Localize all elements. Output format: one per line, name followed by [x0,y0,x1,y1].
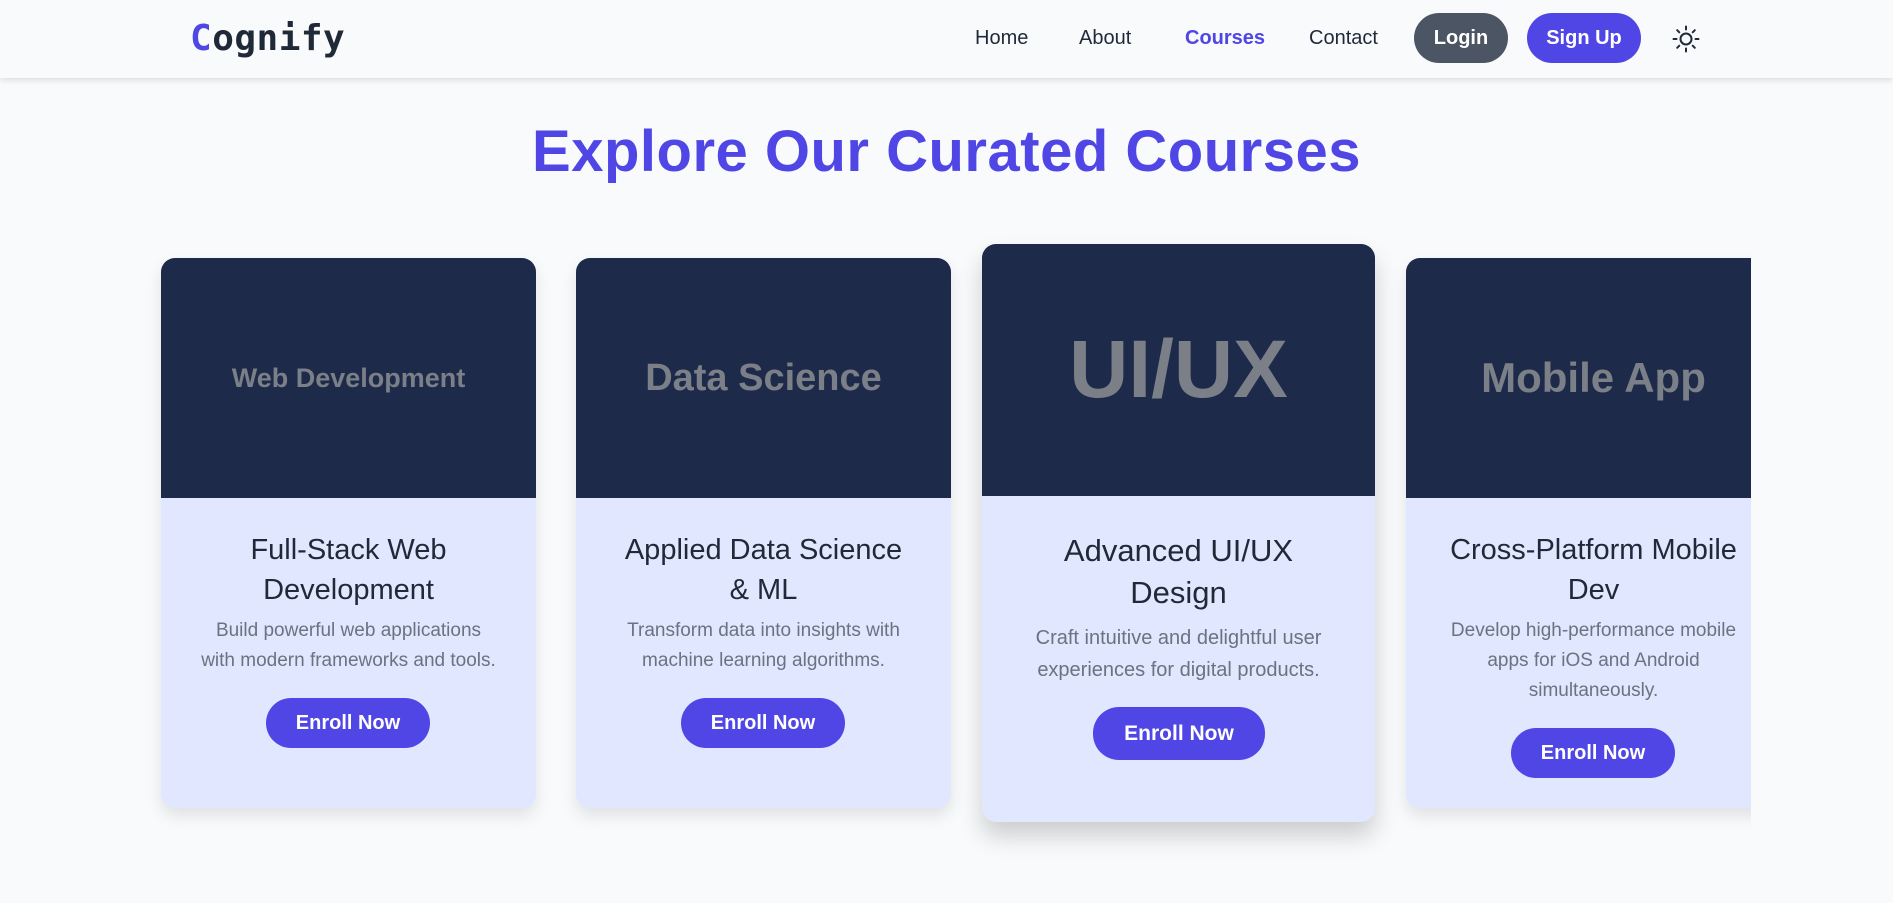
course-title-line: Dev [1567,574,1620,606]
course-card-data-science[interactable]: Data Science Applied Data Science & ML T… [576,258,951,808]
course-description-line: with modern frameworks and tools. [201,650,496,671]
course-title-line: Cross-Platform Mobile [1450,534,1737,566]
course-title-line: & ML [729,574,798,606]
course-title-line: Design [1130,575,1227,610]
logo-text: ognify [212,18,346,59]
course-banner: Mobile App [1406,258,1751,498]
course-description-line: Craft intuitive and delightful user [1035,627,1322,649]
logo-initial: C [190,18,213,59]
course-card-body: Cross-Platform Mobile Dev Develop high-p… [1406,530,1751,706]
nav-courses[interactable]: Courses [1185,27,1265,50]
course-carousel: Web Development Full-Stack Web Developme… [0,0,1751,903]
enroll-button[interactable]: Enroll Now [681,698,845,748]
login-button[interactable]: Login [1414,13,1508,63]
nav-contact[interactable]: Contact [1309,27,1378,50]
course-description-line: Develop high-performance mobile [1450,620,1737,641]
enroll-button[interactable]: Enroll Now [266,698,430,748]
enroll-button[interactable]: Enroll Now [1093,707,1265,760]
nav-home[interactable]: Home [975,27,1028,50]
course-title-line: Advanced UI/UX [1063,533,1294,568]
theme-toggle[interactable] [1671,24,1701,54]
logo[interactable]: Cognify [190,18,345,59]
course-banner: Data Science [576,258,951,498]
nav-about[interactable]: About [1079,27,1131,50]
course-card-ui-ux[interactable]: UI/UX Advanced UI/UX Design Craft intuit… [982,244,1375,822]
course-title-line: Full-Stack Web [250,534,447,566]
course-description-line: Transform data into insights with [627,620,900,641]
course-description-line: Build powerful web applications [215,620,482,641]
course-description-line: simultaneously. [1528,680,1659,701]
course-card-body: Full-Stack Web Development Build powerfu… [161,530,536,676]
navbar: Cognify Home About Courses Contact Login… [0,0,1893,78]
enroll-button[interactable]: Enroll Now [1511,728,1675,778]
sun-icon [1672,25,1700,53]
course-description-line: experiences for digital products. [1037,659,1320,681]
course-card-mobile-app[interactable]: Mobile App Cross-Platform Mobile Dev Dev… [1406,258,1751,808]
course-card-web-development[interactable]: Web Development Full-Stack Web Developme… [161,258,536,808]
course-banner: Web Development [161,258,536,498]
course-description-line: apps for iOS and Android [1487,650,1700,671]
course-card-body: Advanced UI/UX Design Craft intuitive an… [982,530,1375,686]
course-title-line: Applied Data Science [624,534,903,566]
signup-button[interactable]: Sign Up [1527,13,1641,63]
course-card-body: Applied Data Science & ML Transform data… [576,530,951,676]
course-description-line: machine learning algorithms. [642,650,885,671]
course-title-line: Development [263,574,434,606]
course-banner: UI/UX [982,244,1375,496]
